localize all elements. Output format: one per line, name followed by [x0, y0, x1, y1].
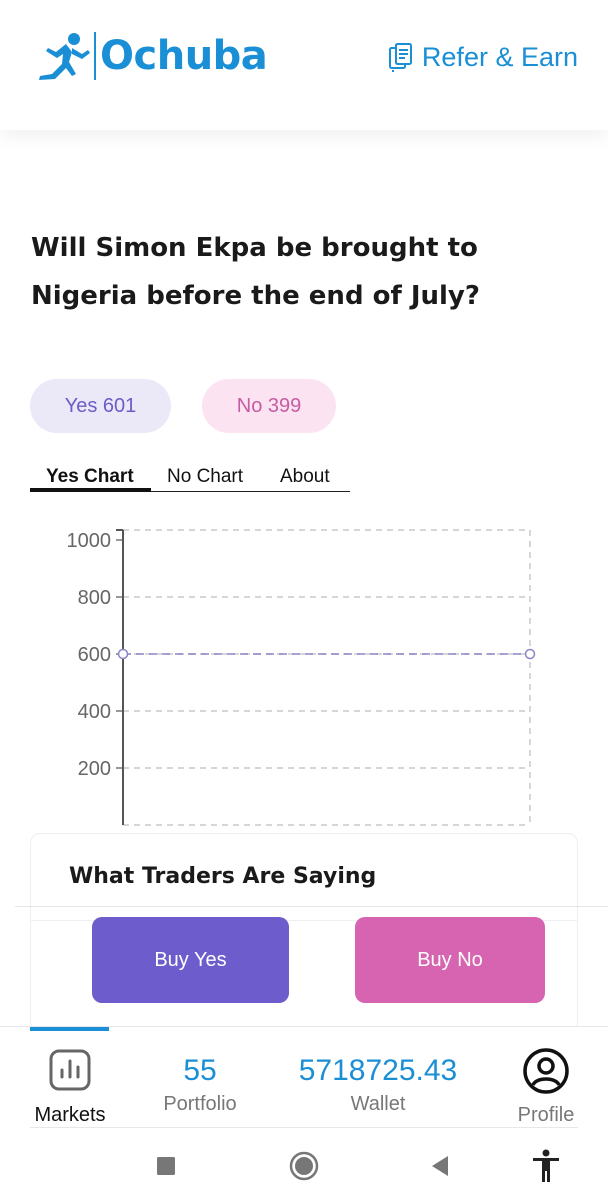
runner-logo-icon	[39, 33, 90, 80]
divider	[30, 1127, 578, 1128]
app-header: Ochuba Refer & Earn	[0, 0, 608, 130]
chart-tabs: Yes Chart No Chart About	[30, 462, 350, 492]
yes-price-chart: 1000 800 600 400 200	[67, 529, 536, 826]
system-navigation-bar	[0, 1132, 608, 1200]
wallet-balance: 5718725.43	[298, 1054, 458, 1087]
buy-no-button[interactable]: Buy No	[355, 917, 545, 1003]
accessibility-icon	[533, 1149, 559, 1182]
traders-card-title: What Traders Are Saying	[69, 864, 377, 889]
nav-wallet[interactable]: 5718725.43 Wallet	[278, 1051, 478, 1116]
active-tab-indicator	[30, 488, 151, 492]
recents-square-icon	[157, 1157, 175, 1175]
y-tick-label: 400	[78, 701, 111, 723]
tab-no-chart[interactable]: No Chart	[167, 466, 243, 488]
logo-divider	[94, 32, 96, 80]
brand-logo[interactable]: Ochuba	[36, 30, 268, 82]
y-tick-label: 800	[78, 587, 111, 609]
home-button[interactable]	[284, 1146, 324, 1186]
back-button[interactable]	[420, 1146, 460, 1186]
bar-chart-icon	[49, 1049, 91, 1091]
home-circle-icon	[289, 1151, 319, 1181]
nav-portfolio-label: Portfolio	[163, 1093, 237, 1115]
refer-label: Refer & Earn	[421, 42, 578, 72]
accessibility-button[interactable]	[526, 1146, 566, 1186]
buy-yes-button[interactable]: Buy Yes	[92, 917, 289, 1003]
document-icon	[388, 42, 412, 72]
recents-button[interactable]	[146, 1146, 186, 1186]
tab-yes-chart[interactable]: Yes Chart	[46, 466, 134, 488]
nav-profile-label: Profile	[517, 1104, 575, 1126]
refer-and-earn-link[interactable]: Refer & Earn	[388, 42, 578, 73]
nav-markets[interactable]: Markets	[20, 1049, 120, 1127]
nav-profile[interactable]: Profile	[496, 1047, 596, 1127]
market-question: Will Simon Ekpa be brought to Nigeria be…	[31, 233, 480, 311]
tab-about[interactable]: About	[280, 466, 330, 488]
y-tick-label: 200	[78, 758, 111, 780]
divider	[15, 906, 608, 907]
yes-count-pill[interactable]: Yes 601	[30, 379, 171, 433]
brand-name: Ochuba	[100, 33, 268, 79]
nav-wallet-label: Wallet	[350, 1093, 406, 1115]
no-count-pill[interactable]: No 399	[202, 379, 336, 433]
y-tick-label: 1000	[67, 530, 112, 552]
nav-markets-label: Markets	[34, 1104, 106, 1126]
data-point	[524, 648, 536, 660]
active-nav-indicator	[30, 1027, 109, 1031]
portfolio-value: 55	[183, 1054, 217, 1087]
y-tick-label: 600	[78, 644, 111, 666]
nav-portfolio[interactable]: 55 Portfolio	[150, 1051, 250, 1116]
user-circle-icon	[523, 1048, 569, 1094]
back-triangle-icon	[432, 1156, 448, 1176]
data-point	[117, 648, 129, 660]
bottom-navigation: Markets 55 Portfolio 5718725.43 Wallet P…	[0, 1026, 608, 1128]
